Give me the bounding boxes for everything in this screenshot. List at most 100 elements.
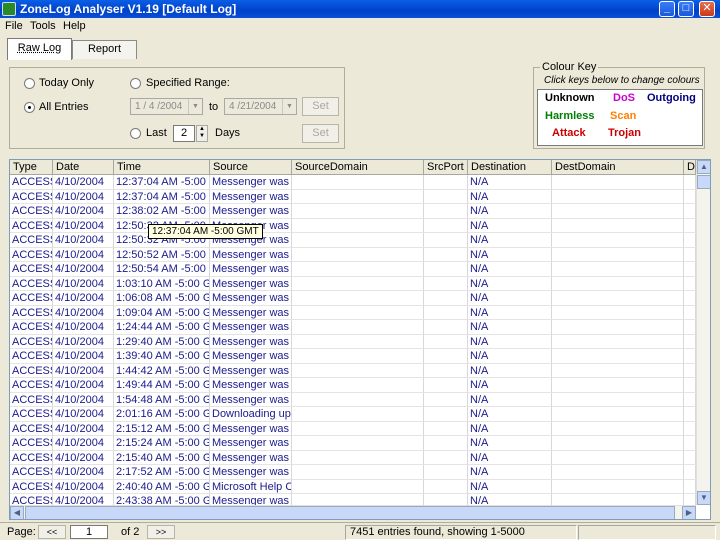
next-page-button[interactable]: >> xyxy=(147,525,175,539)
cell-date: 4/10/2004 xyxy=(53,392,114,407)
cell-d xyxy=(684,334,696,349)
tab-report[interactable]: Report xyxy=(72,40,137,59)
cell-source: Messenger was te xyxy=(210,334,292,349)
column-date[interactable]: Date xyxy=(53,160,114,175)
table-row[interactable]: ACCESS4/10/20041:24:44 AM -5:00 GMMessen… xyxy=(10,320,696,335)
column-dest-domain[interactable]: DestDomain xyxy=(552,160,684,175)
cell-time: 12:37:04 AM -5:00 GI xyxy=(114,189,210,204)
title-bar[interactable]: ZoneLog Analyser V1.19 [Default Log] _ □… xyxy=(0,0,720,18)
table-row[interactable]: ACCESS4/10/20042:15:24 AM -5:00 GMMessen… xyxy=(10,436,696,451)
cell-src-port xyxy=(424,218,468,233)
key-harmless[interactable]: Harmless xyxy=(545,110,595,122)
scroll-left-icon[interactable]: ◀ xyxy=(10,506,24,519)
column-destination[interactable]: Destination xyxy=(468,160,552,175)
cell-date: 4/10/2004 xyxy=(53,436,114,451)
hscroll-thumb[interactable] xyxy=(25,506,675,519)
cell-type: ACCESS xyxy=(10,204,53,219)
key-attack[interactable]: Attack xyxy=(552,127,586,139)
cell-destination: N/A xyxy=(468,276,552,291)
column-source[interactable]: Source xyxy=(210,160,292,175)
all-entries-radio[interactable] xyxy=(24,102,35,113)
set-days-button[interactable]: Set xyxy=(302,124,339,143)
today-only-radio[interactable] xyxy=(24,78,35,89)
horizontal-scrollbar[interactable]: ◀ ▶ xyxy=(10,505,696,519)
set-range-button[interactable]: Set xyxy=(302,97,339,116)
cell-src-port xyxy=(424,349,468,364)
cell-destination: N/A xyxy=(468,247,552,262)
column-src-port[interactable]: SrcPort xyxy=(424,160,468,175)
column-time[interactable]: Time xyxy=(114,160,210,175)
table-row[interactable]: ACCESS4/10/20042:40:40 AM -5:00 GMMicros… xyxy=(10,479,696,494)
table-row[interactable]: ACCESS4/10/20041:49:44 AM -5:00 GMMessen… xyxy=(10,378,696,393)
vertical-scrollbar[interactable]: ▲ ▼ xyxy=(696,160,710,505)
table-row[interactable]: ACCESS4/10/200412:37:04 AM -5:00 GIMesse… xyxy=(10,175,696,190)
log-table[interactable]: Type Date Time Source SourceDomain SrcPo… xyxy=(9,159,711,520)
table-row[interactable]: ACCESS4/10/20041:29:40 AM -5:00 GMMessen… xyxy=(10,334,696,349)
table-row[interactable]: ACCESS4/10/200412:37:04 AM -5:00 GIMesse… xyxy=(10,189,696,204)
cell-date: 4/10/2004 xyxy=(53,291,114,306)
spin-up-icon[interactable]: ▲ xyxy=(197,126,207,133)
tab-raw-log[interactable]: Raw Log xyxy=(7,38,72,60)
table-row[interactable]: ACCESS4/10/20041:39:40 AM -5:00 GMMessen… xyxy=(10,349,696,364)
cell-source-domain xyxy=(292,465,424,480)
cell-type: ACCESS xyxy=(10,218,53,233)
spin-down-icon[interactable]: ▼ xyxy=(197,133,207,140)
cell-d xyxy=(684,247,696,262)
table-row[interactable]: ACCESS4/10/200412:50:52 AM -5:00 GIMesse… xyxy=(10,247,696,262)
column-d[interactable]: D xyxy=(684,160,696,175)
cell-dest-domain xyxy=(552,334,684,349)
cell-destination: N/A xyxy=(468,204,552,219)
key-outgoing[interactable]: Outgoing xyxy=(647,92,696,104)
to-date-picker[interactable]: 4 /21/2004 ▼ xyxy=(224,98,297,115)
minimize-button[interactable]: _ xyxy=(659,1,675,17)
last-days-radio[interactable] xyxy=(130,128,141,139)
scroll-right-icon[interactable]: ▶ xyxy=(682,506,696,519)
table-row[interactable]: ACCESS4/10/20042:15:12 AM -5:00 GMMessen… xyxy=(10,421,696,436)
table-row[interactable]: ACCESS4/10/200412:50:54 AM -5:00 GIMesse… xyxy=(10,262,696,277)
cell-source-domain xyxy=(292,175,424,190)
table-row[interactable]: ACCESS4/10/20041:09:04 AM -5:00 GMMessen… xyxy=(10,305,696,320)
from-date-picker[interactable]: 1 / 4 /2004 ▼ xyxy=(130,98,203,115)
key-unknown[interactable]: Unknown xyxy=(545,92,595,104)
table-row[interactable]: ACCESS4/10/20042:17:52 AM -5:00 GMMessen… xyxy=(10,465,696,480)
table-row[interactable]: ACCESS4/10/20042:01:16 AM -5:00 GMDownlo… xyxy=(10,407,696,422)
table-row[interactable]: ACCESS4/10/20041:44:42 AM -5:00 GMMessen… xyxy=(10,363,696,378)
table-row[interactable]: ACCESS4/10/20041:03:10 AM -5:00 GMMessen… xyxy=(10,276,696,291)
table-row[interactable]: ACCESS4/10/20042:15:40 AM -5:00 GMMessen… xyxy=(10,450,696,465)
key-dos[interactable]: DoS xyxy=(613,92,635,104)
menu-help[interactable]: Help xyxy=(63,20,86,32)
menu-file[interactable]: File xyxy=(5,20,23,32)
key-scan[interactable]: Scan xyxy=(610,110,636,122)
table-row[interactable]: ACCESS4/10/200412:50:32 AM -5:00 GIMesse… xyxy=(10,218,696,233)
key-trojan[interactable]: Trojan xyxy=(608,127,641,139)
scroll-thumb[interactable] xyxy=(697,175,710,189)
cell-time: 1:03:10 AM -5:00 GM xyxy=(114,276,210,291)
table-row[interactable]: ACCESS4/10/20041:06:08 AM -5:00 GMMessen… xyxy=(10,291,696,306)
column-type[interactable]: Type xyxy=(10,160,53,175)
cell-destination: N/A xyxy=(468,349,552,364)
days-stepper[interactable]: ▲ ▼ xyxy=(196,125,208,142)
cell-source-domain xyxy=(292,334,424,349)
cell-source: Messenger was te xyxy=(210,465,292,480)
maximize-button[interactable]: □ xyxy=(678,1,694,17)
app-icon xyxy=(2,2,16,16)
cell-date: 4/10/2004 xyxy=(53,262,114,277)
close-button[interactable]: ✕ xyxy=(699,1,715,17)
cell-src-port xyxy=(424,291,468,306)
cell-d xyxy=(684,204,696,219)
prev-page-button[interactable]: << xyxy=(38,525,66,539)
menu-tools[interactable]: Tools xyxy=(30,20,56,32)
column-source-domain[interactable]: SourceDomain xyxy=(292,160,424,175)
last-days-input[interactable]: 2 xyxy=(173,125,195,142)
table-row[interactable]: ACCESS4/10/200412:50:32 AM -5:00 GIMesse… xyxy=(10,233,696,248)
table-row[interactable]: ACCESS4/10/20041:54:48 AM -5:00 GMMessen… xyxy=(10,392,696,407)
specified-range-radio[interactable] xyxy=(130,78,141,89)
cell-src-port xyxy=(424,204,468,219)
cell-date: 4/10/2004 xyxy=(53,363,114,378)
cell-date: 4/10/2004 xyxy=(53,407,114,422)
cell-type: ACCESS xyxy=(10,247,53,262)
table-row[interactable]: ACCESS4/10/200412:38:02 AM -5:00 GIMesse… xyxy=(10,204,696,219)
scroll-up-icon[interactable]: ▲ xyxy=(697,160,710,174)
scroll-down-icon[interactable]: ▼ xyxy=(697,491,710,505)
page-input[interactable]: 1 xyxy=(70,525,108,539)
